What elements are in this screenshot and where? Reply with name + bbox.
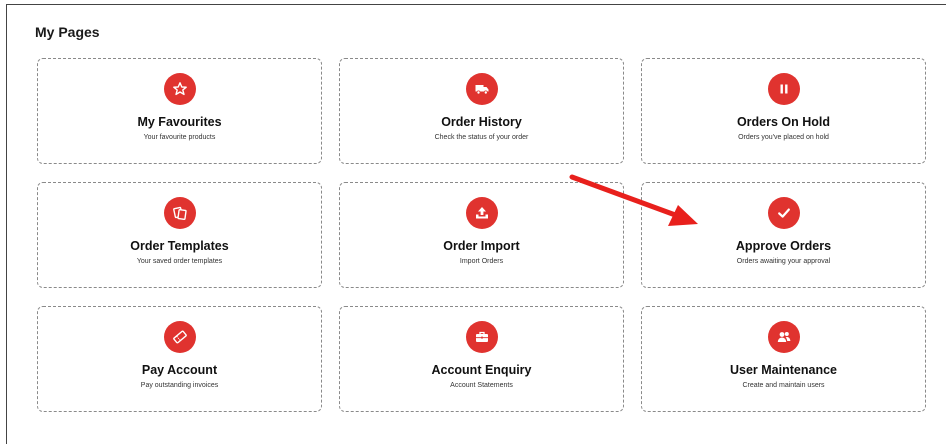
tile-order-import[interactable]: Order Import Import Orders: [339, 182, 624, 288]
tile-title: Orders On Hold: [736, 115, 831, 129]
tile-subtitle: Pay outstanding invoices: [140, 382, 219, 389]
tile-title: Approve Orders: [735, 239, 832, 253]
tile-title: My Favourites: [137, 115, 222, 129]
tile-title: Order History: [441, 115, 522, 129]
tile-order-templates[interactable]: Order Templates Your saved order templat…: [37, 182, 322, 288]
tile-orders-on-hold[interactable]: Orders On Hold Orders you've placed on h…: [641, 58, 926, 164]
tile-title: User Maintenance: [730, 363, 837, 377]
tile-title: Pay Account: [141, 363, 218, 377]
briefcase-icon: [465, 321, 498, 353]
check-icon: [767, 197, 800, 229]
tile-order-history[interactable]: Order History Check the status of your o…: [339, 58, 624, 164]
copy-icon: [163, 197, 196, 229]
tile-user-maintenance[interactable]: User Maintenance Create and maintain use…: [641, 306, 926, 412]
tile-subtitle: Import Orders: [459, 258, 504, 265]
tile-account-enquiry[interactable]: Account Enquiry Account Statements: [339, 306, 624, 412]
tile-subtitle: Your favourite products: [143, 134, 216, 141]
tile-my-favourites[interactable]: My Favourites Your favourite products: [37, 58, 322, 164]
users-icon: [767, 321, 800, 353]
page-title: My Pages: [35, 24, 100, 40]
tile-pay-account[interactable]: Pay Account Pay outstanding invoices: [37, 306, 322, 412]
tile-subtitle: Create and maintain users: [742, 382, 825, 389]
tile-subtitle: Orders awaiting your approval: [736, 258, 831, 265]
tile-title: Order Templates: [130, 239, 229, 253]
truck-icon: [465, 73, 498, 105]
tile-title: Order Import: [443, 239, 520, 253]
tile-title: Account Enquiry: [431, 363, 532, 377]
tile-subtitle: Orders you've placed on hold: [738, 134, 829, 141]
pause-icon: [767, 73, 800, 105]
tile-subtitle: Account Statements: [450, 382, 513, 389]
ticket-icon: [163, 321, 196, 353]
tile-subtitle: Your saved order templates: [136, 258, 223, 265]
tile-approve-orders[interactable]: Approve Orders Orders awaiting your appr…: [641, 182, 926, 288]
star-icon: [163, 73, 196, 105]
my-pages-grid: My Favourites Your favourite products Or…: [37, 58, 926, 412]
tile-subtitle: Check the status of your order: [434, 134, 529, 141]
upload-icon: [465, 197, 498, 229]
